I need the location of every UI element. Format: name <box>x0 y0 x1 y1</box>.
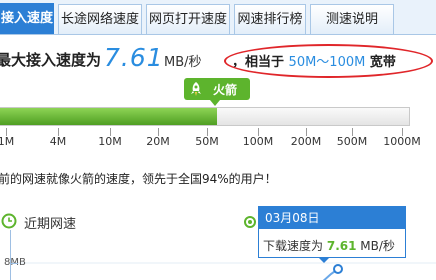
tooltip-date: 03月08日 <box>259 207 405 229</box>
scale-tick-label: 10M <box>98 135 122 148</box>
tab-long-distance-speed[interactable]: 长途网络速度 <box>58 4 142 34</box>
speed-level-label: 火箭 <box>213 83 238 97</box>
scale-tick-label: 1000M <box>383 135 421 148</box>
speed-comparison-text: 前的网速就像火箭的速度，领先于全国94%的用户！ <box>0 172 277 186</box>
speed-data-point[interactable] <box>333 264 343 274</box>
tab-speed-ranking[interactable]: 网速排行榜 <box>234 4 306 34</box>
speed-headline: 最大接入速度为 7.61 MB/秒 ，相当于 50M～100M 宽带 <box>0 40 436 80</box>
max-speed-label: 最大接入速度为 <box>0 51 102 69</box>
scale-tick-label: 100M <box>242 135 274 148</box>
max-speed-unit: MB/秒 <box>164 55 202 70</box>
scale-tick-label: 20M <box>146 135 170 148</box>
speed-level-badge: 火箭 <box>184 78 250 100</box>
tooltip-label: 下载速度为 <box>263 239 324 253</box>
speed-bar-fill <box>0 108 218 125</box>
scale-tick-label: 1M <box>0 135 15 148</box>
speed-bar <box>0 107 410 126</box>
tooltip-unit: MB/秒 <box>360 239 395 253</box>
tooltip-pointer <box>318 257 330 263</box>
scale-tick-label: 4M <box>49 135 67 148</box>
tab-access-speed[interactable]: 接入速度 <box>0 3 54 34</box>
scale-tick-label: 200M <box>290 135 322 148</box>
badge-pointer <box>210 100 220 106</box>
clock-icon <box>1 213 17 229</box>
scale-tick-label: 500M <box>336 135 368 148</box>
speed-tabs: 接入速度 长途网络速度 网页打开速度 网速排行榜 测速说明 <box>0 0 436 35</box>
tooltip-body: 下载速度为 7.61 MB/秒 <box>263 237 395 254</box>
tooltip-value: 7.61 <box>326 239 357 253</box>
scale-tick-label: 50M <box>195 135 219 148</box>
tab-webpage-speed[interactable]: 网页打开速度 <box>146 4 230 34</box>
highlight-circle <box>224 44 433 78</box>
legend-marker-icon <box>244 216 256 228</box>
tab-test-info[interactable]: 测速说明 <box>310 4 394 34</box>
rocket-icon <box>191 82 201 96</box>
y-axis-tick <box>10 263 18 264</box>
speed-tooltip: 03月08日 下载速度为 7.61 MB/秒 <box>258 206 406 258</box>
max-speed-value: 7.61 <box>104 43 164 72</box>
